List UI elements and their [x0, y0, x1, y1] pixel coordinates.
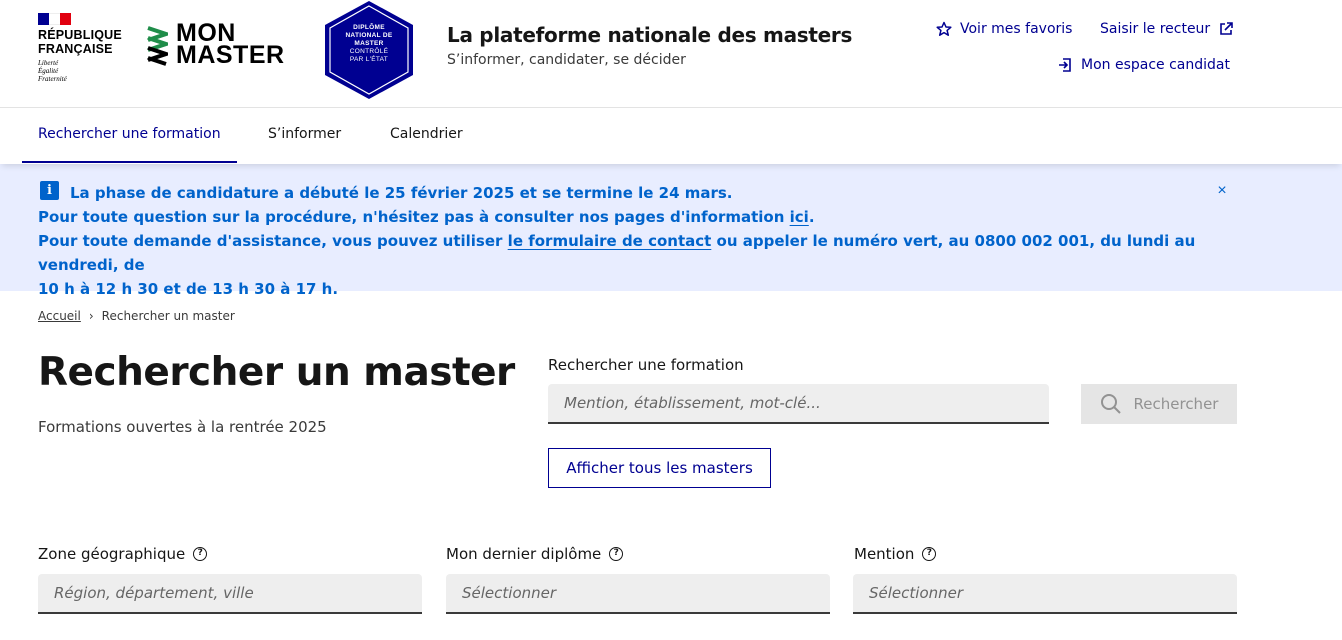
nav-item-calendrier[interactable]: Calendrier — [390, 108, 463, 163]
nav-item-rechercher[interactable]: Rechercher une formation — [22, 108, 237, 163]
mention-select[interactable] — [853, 574, 1237, 614]
search-button-label: Rechercher — [1133, 395, 1219, 413]
diplome-national-badge: DIPLÔME NATIONAL DE MASTER CONTRÔLÉ PAR … — [322, 0, 416, 100]
nav-item-sinformer[interactable]: S’informer — [268, 108, 341, 163]
site-title: La plateforme nationale des masters — [447, 23, 853, 47]
mon-master-wordmark: MON MASTER — [176, 19, 285, 69]
breadcrumb-home-link[interactable]: Accueil — [38, 309, 81, 323]
dernier-diplome-select[interactable] — [446, 574, 830, 614]
star-icon — [936, 21, 952, 36]
search-input[interactable] — [548, 384, 1049, 424]
filter-zone-label: Zone géographique ? — [38, 545, 208, 563]
notice-line-1: La phase de candidature a débuté le 25 f… — [70, 184, 733, 202]
notice-line-3: Pour toute demande d'assistance, vous po… — [38, 232, 1196, 274]
republique-francaise-logo[interactable]: RÉPUBLIQUE FRANÇAISE Liberté Égalité Fra… — [38, 13, 122, 83]
candidate-space-link-label: Mon espace candidat — [1081, 57, 1230, 73]
chevron-right-icon: › — [88, 309, 94, 323]
external-link-icon — [1220, 22, 1234, 35]
notice-text: La phase de candidature a débuté le 25 f… — [38, 181, 1198, 301]
header: RÉPUBLIQUE FRANÇAISE Liberté Égalité Fra… — [0, 0, 1342, 108]
french-flag-icon — [38, 13, 71, 25]
search-icon — [1100, 394, 1121, 414]
breadcrumb-current: Rechercher un master — [101, 309, 235, 323]
contact-form-link[interactable]: le formulaire de contact — [508, 232, 712, 250]
rector-link-label: Saisir le recteur — [1100, 21, 1211, 37]
page-subtitle: Formations ouvertes à la rentrée 2025 — [38, 418, 327, 436]
help-icon[interactable]: ? — [609, 547, 624, 561]
mon-master-mark-icon — [147, 26, 168, 66]
site-tagline: S’informer, candidater, se décider — [447, 52, 686, 68]
show-all-masters-button[interactable]: Afficher tous les masters — [548, 448, 771, 488]
filter-diplome-label: Mon dernier diplôme ? — [446, 545, 624, 563]
info-notice: i La phase de candidature a débuté le 25… — [0, 164, 1342, 298]
page-title: Rechercher un master — [38, 350, 515, 395]
republic-name: RÉPUBLIQUE FRANÇAISE — [38, 28, 122, 56]
republic-motto: Liberté Égalité Fraternité — [38, 59, 67, 83]
mon-master-logo[interactable]: MON MASTER — [146, 19, 285, 69]
breadcrumb: Accueil › Rechercher un master — [38, 309, 235, 323]
help-icon[interactable]: ? — [193, 547, 208, 561]
search-button[interactable]: Rechercher — [1081, 384, 1237, 424]
search-label: Rechercher une formation — [548, 356, 744, 374]
favorites-link-label: Voir mes favoris — [960, 21, 1073, 37]
help-icon[interactable]: ? — [922, 547, 937, 561]
login-icon — [1059, 58, 1071, 72]
info-pages-link[interactable]: ici — [790, 208, 809, 226]
candidate-space-link[interactable]: Mon espace candidat — [1057, 57, 1230, 73]
rector-link[interactable]: Saisir le recteur — [1100, 21, 1234, 37]
zone-geographique-input[interactable] — [38, 574, 422, 614]
close-icon[interactable]: × — [1213, 182, 1231, 200]
notice-line-4: 10 h à 12 h 30 et de 13 h 30 à 17 h. — [38, 280, 339, 298]
badge-text: DIPLÔME NATIONAL DE MASTER CONTRÔLÉ PAR … — [345, 24, 393, 63]
notice-line-2: Pour toute question sur la procédure, n'… — [38, 208, 815, 226]
main-navigation: Rechercher une formation S’informer Cale… — [0, 108, 1342, 164]
filter-mention-label: Mention ? — [854, 545, 937, 563]
favorites-link[interactable]: Voir mes favoris — [936, 21, 1072, 37]
